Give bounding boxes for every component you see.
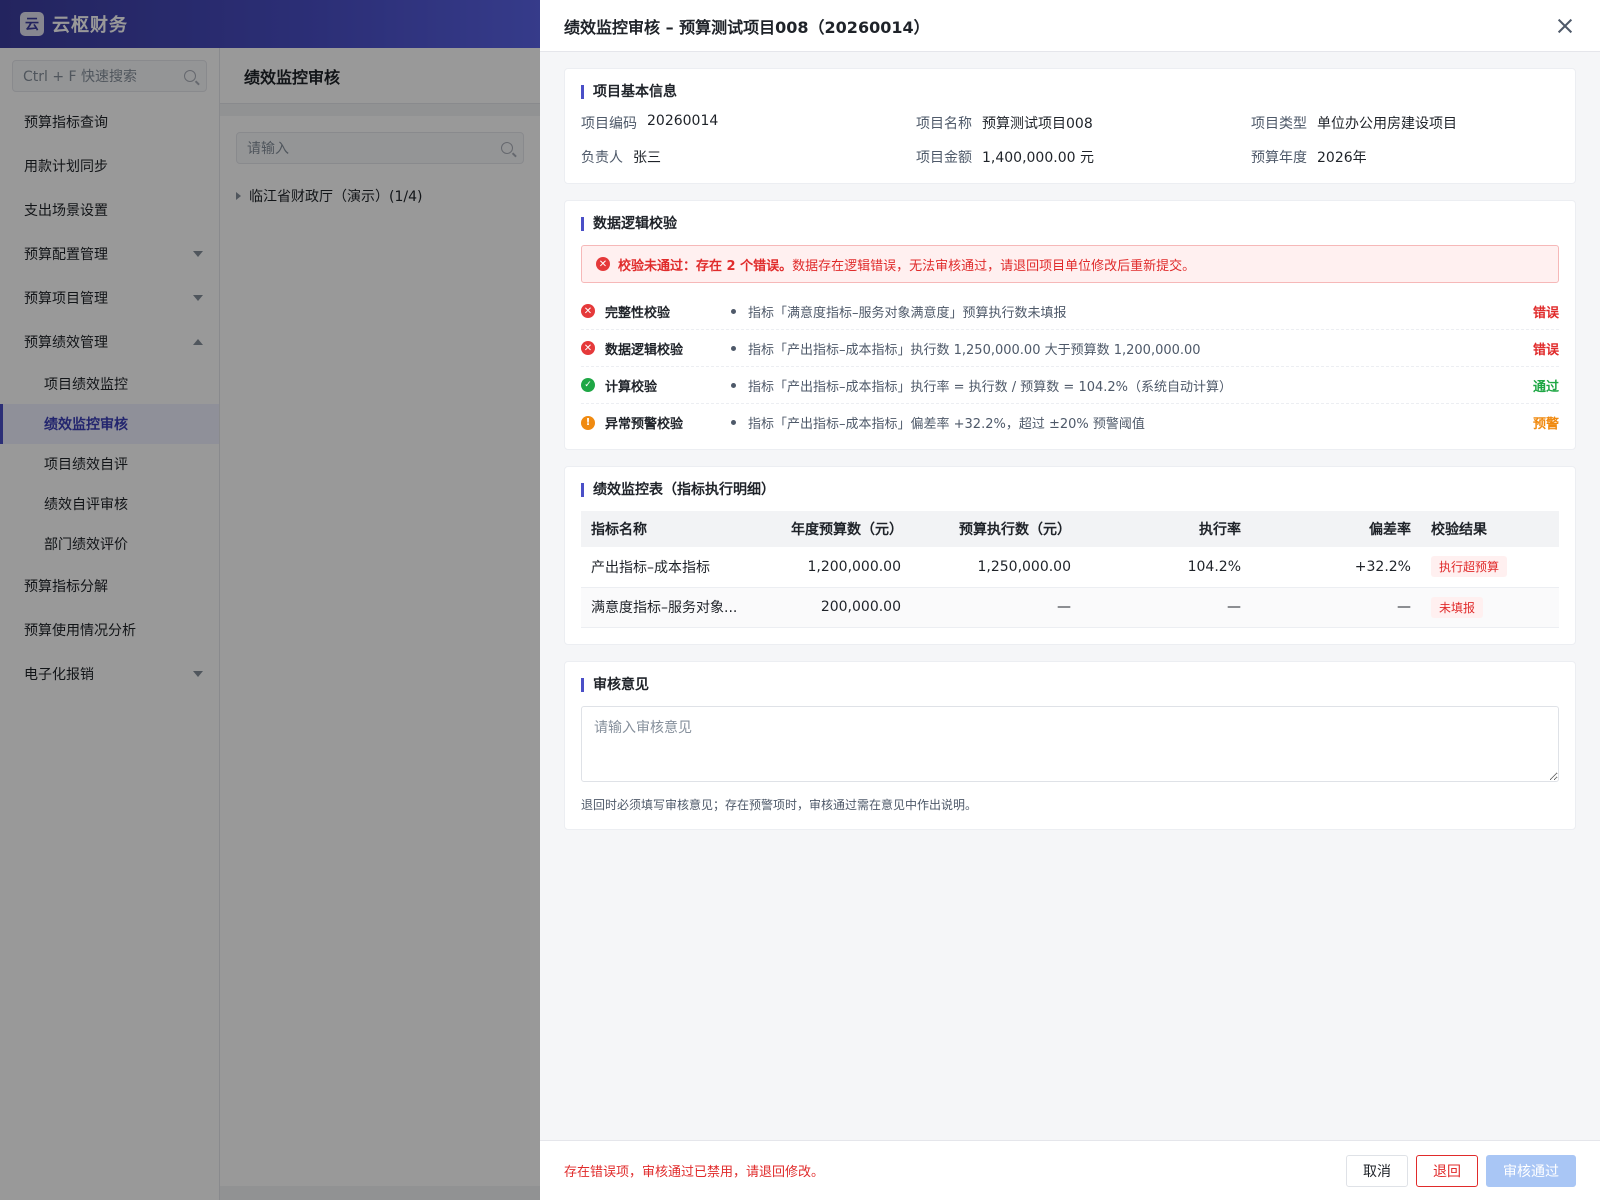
check-name: 完整性校验 [605, 305, 671, 321]
info-project-type: 项目类型 单位办公用房建设项目 [1251, 113, 1559, 133]
validation-alert: ✕ 校验未通过：存在 2 个错误。 数据存在逻辑错误，无法审核通过，请退回项目单… [581, 245, 1559, 283]
status-badge: 未填报 [1431, 596, 1484, 618]
info-label: 项目编码 [581, 116, 637, 132]
column-header: 预算执行数（元） [911, 511, 1081, 547]
info-label: 项目类型 [1251, 116, 1307, 132]
footer-buttons: 取消 退回 审核通过 [1346, 1154, 1576, 1187]
return-button[interactable]: 退回 [1416, 1154, 1478, 1187]
metrics-card: 绩效监控表（指标执行明细） 指标名称 年度预算数（元） 预算执行数（元） 执行率… [564, 466, 1576, 645]
check-name: 异常预警校验 [605, 417, 684, 432]
info-value: 1,400,000.00 元 [982, 150, 1094, 166]
column-header: 指标名称 [581, 511, 781, 547]
column-header: 校验结果 [1421, 511, 1559, 547]
drawer-body: 项目基本信息 项目编码 20260014 项目名称 预算测试项目008 项目类型 单位… [540, 52, 1600, 1140]
section-title: 审核意见 [581, 677, 1559, 692]
opinion-textarea[interactable] [581, 705, 1559, 782]
info-project-name: 项目名称 预算测试项目008 [916, 113, 1251, 133]
check-result: 错误 [1532, 305, 1559, 321]
alert-strong-text: 校验未通过：存在 2 个错误。 [618, 258, 793, 274]
column-header: 年度预算数（元） [781, 511, 911, 547]
info-value: 20260014 [647, 113, 719, 129]
review-drawer: 绩效监控审核 – 预算测试项目008（20260014） 项目基本信息 项目编码… [540, 0, 1600, 1200]
section-title: 项目基本信息 [581, 85, 1559, 99]
info-value: 单位办公用房建设项目 [1317, 116, 1457, 132]
info-label: 项目名称 [916, 116, 972, 132]
check-result: 通过 [1532, 379, 1559, 395]
cell-deviation: — [1251, 587, 1421, 628]
bullet-icon [731, 308, 736, 314]
cell-deviation: +32.2% [1251, 547, 1421, 588]
check-result: 预警 [1532, 417, 1559, 432]
info-amount: 项目金额 1,400,000.00 元 [916, 147, 1251, 167]
modal-overlay[interactable] [0, 0, 540, 1200]
table-row: 满意度指标–服务对象... 200,000.00 — — — 未填报 [581, 587, 1559, 628]
check-row: ! 异常预警校验 指标「产出指标–成本指标」偏差率 +32.2%，超过 ±20%… [581, 404, 1559, 441]
drawer-footer: 存在错误项，审核通过已禁用，请退回修改。 取消 退回 审核通过 [540, 1140, 1600, 1200]
cell-indicator-name: 满意度指标–服务对象... [581, 587, 781, 628]
validation-card: 数据逻辑校验 ✕ 校验未通过：存在 2 个错误。 数据存在逻辑错误，无法审核通过… [564, 200, 1576, 450]
check-message: 指标「产出指标–成本指标」执行率 = 执行数 / 预算数 = 104.2%（系统… [748, 379, 1233, 395]
cell-executed: 1,250,000.00 [911, 547, 1081, 588]
cell-rate: 104.2% [1081, 547, 1251, 588]
check-row: ✕ 数据逻辑校验 指标「产出指标–成本指标」执行数 1,250,000.00 大… [581, 330, 1559, 367]
drawer-header: 绩效监控审核 – 预算测试项目008（20260014） [540, 0, 1600, 52]
column-header: 偏差率 [1251, 511, 1421, 547]
cell-result: 未填报 [1421, 587, 1559, 628]
section-title: 绩效监控表（指标执行明细） [581, 483, 1559, 497]
info-value: 预算测试项目008 [982, 116, 1093, 132]
metrics-table: 指标名称 年度预算数（元） 预算执行数（元） 执行率 偏差率 校验结果 产出指标… [581, 511, 1559, 628]
footer-warning: 存在错误项，审核通过已禁用，请退回修改。 [564, 1165, 825, 1180]
cell-executed: — [911, 587, 1081, 628]
bullet-icon [731, 420, 736, 425]
error-icon: ✕ [581, 341, 595, 355]
close-icon[interactable] [1554, 15, 1576, 37]
check-row: ✕ 完整性校验 指标「满意度指标–服务对象满意度」预算执行数未填报 错误 [581, 293, 1559, 330]
cell-result: 执行超预算 [1421, 547, 1559, 588]
basic-info-card: 项目基本信息 项目编码 20260014 项目名称 预算测试项目008 项目类型 单位… [564, 68, 1576, 184]
cell-indicator-name: 产出指标–成本指标 [581, 547, 781, 588]
error-icon: ✕ [596, 257, 610, 271]
alert-text: 数据存在逻辑错误，无法审核通过，请退回项目单位修改后重新提交。 [792, 258, 1196, 274]
info-label: 项目金额 [916, 150, 972, 166]
approve-button[interactable]: 审核通过 [1486, 1154, 1576, 1187]
check-name: 数据逻辑校验 [605, 342, 684, 358]
section-title: 数据逻辑校验 [581, 217, 1559, 231]
check-message: 指标「产出指标–成本指标」偏差率 +32.2%，超过 ±20% 预警阈值 [748, 417, 1145, 432]
opinion-hint: 退回时必须填写审核意见；存在预警项时，审核通过需在意见中作出说明。 [581, 797, 978, 812]
opinion-card: 审核意见 退回时必须填写审核意见；存在预警项时，审核通过需在意见中作出说明。 [564, 660, 1576, 830]
cell-rate: — [1081, 587, 1251, 628]
info-value: 张三 [633, 150, 661, 166]
basic-info-grid: 项目编码 20260014 项目名称 预算测试项目008 项目类型 单位办公用房建设项… [581, 113, 1559, 167]
error-icon: ✕ [581, 304, 595, 318]
info-value: 2026年 [1317, 150, 1367, 166]
bullet-icon [731, 345, 736, 351]
check-row: ✓ 计算校验 指标「产出指标–成本指标」执行率 = 执行数 / 预算数 = 10… [581, 367, 1559, 404]
check-message: 指标「满意度指标–服务对象满意度」预算执行数未填报 [748, 305, 1067, 321]
table-row: 产出指标–成本指标 1,200,000.00 1,250,000.00 104.… [581, 547, 1559, 588]
info-label: 负责人 [581, 150, 623, 166]
table-header-row: 指标名称 年度预算数（元） 预算执行数（元） 执行率 偏差率 校验结果 [581, 511, 1559, 547]
validation-list: ✕ 完整性校验 指标「满意度指标–服务对象满意度」预算执行数未填报 错误 ✕ 数… [581, 293, 1559, 441]
column-header: 执行率 [1081, 511, 1251, 547]
cell-budget: 1,200,000.00 [781, 547, 911, 588]
info-owner: 负责人 张三 [581, 147, 916, 167]
warning-icon: ! [581, 415, 595, 430]
info-budget-year: 预算年度 2026年 [1251, 147, 1559, 167]
bullet-icon [731, 382, 736, 388]
cell-budget: 200,000.00 [781, 587, 911, 628]
check-message: 指标「产出指标–成本指标」执行数 1,250,000.00 大于预算数 1,20… [748, 342, 1201, 358]
check-name: 计算校验 [605, 379, 658, 395]
drawer-title: 绩效监控审核 – 预算测试项目008（20260014） [564, 17, 930, 37]
cancel-button[interactable]: 取消 [1346, 1154, 1408, 1187]
info-project-code: 项目编码 20260014 [581, 113, 916, 133]
status-badge: 执行超预算 [1431, 556, 1508, 578]
check-circle-icon: ✓ [581, 378, 595, 392]
check-result: 错误 [1532, 342, 1559, 358]
info-label: 预算年度 [1251, 150, 1307, 166]
